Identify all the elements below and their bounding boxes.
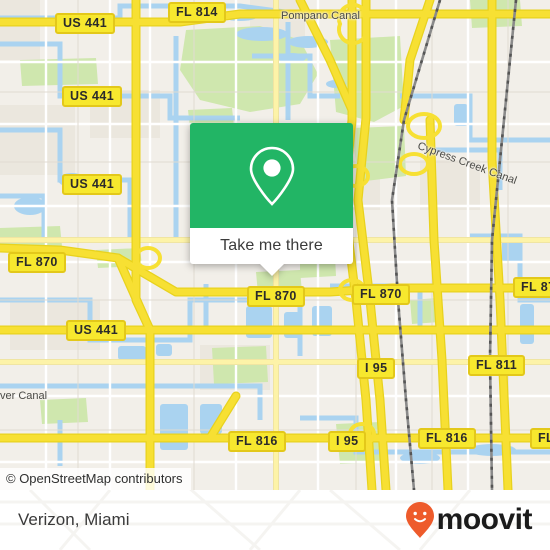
road-shield: FL 870 [513,277,550,298]
moovit-wordmark: moovit [436,503,533,536]
moovit-brand[interactable]: moovit [405,501,533,539]
take-me-there-label: Take me there [220,237,323,254]
footer-bar: Verizon, Miami moovit [0,490,550,550]
road-shield: FL 816 [418,428,476,449]
road-shield: FL 870 [8,252,66,273]
map-pin-icon [249,146,294,206]
place-title: Verizon, Miami [18,510,130,529]
road-shield: US 441 [66,320,127,341]
road-shield: FL 811 [468,355,526,376]
road-shield: FL 870 [247,286,305,307]
popup-tail [259,264,284,276]
map-canvas[interactable]: .w { fill:#aad3f0; } .ws { stroke:#aad3f… [0,0,550,490]
road-shield: FL 814 [168,2,226,23]
popup-image-area [190,123,353,228]
destination-popup-card[interactable]: Take me there [190,123,353,276]
road-shield: US 441 [62,86,123,107]
moovit-map-screen: .w { fill:#aad3f0; } .ws { stroke:#aad3f… [0,0,550,550]
road-shield: I 95 [357,358,396,379]
map-label-silver-canal: ver Canal [0,390,48,402]
road-shield: FL 816 [228,431,286,452]
road-shield: FL [530,428,550,449]
popup-action-area[interactable]: Take me there [190,228,353,264]
road-shield: US 441 [62,174,123,195]
osm-attribution[interactable]: © OpenStreetMap contributors [0,468,191,490]
map-label-pompano-canal: Pompano Canal [281,10,360,22]
road-shield: US 441 [55,13,116,34]
road-shield: I 95 [328,431,367,452]
road-shield: FL 870 [352,284,410,305]
moovit-pin-smiley-icon [405,502,434,538]
